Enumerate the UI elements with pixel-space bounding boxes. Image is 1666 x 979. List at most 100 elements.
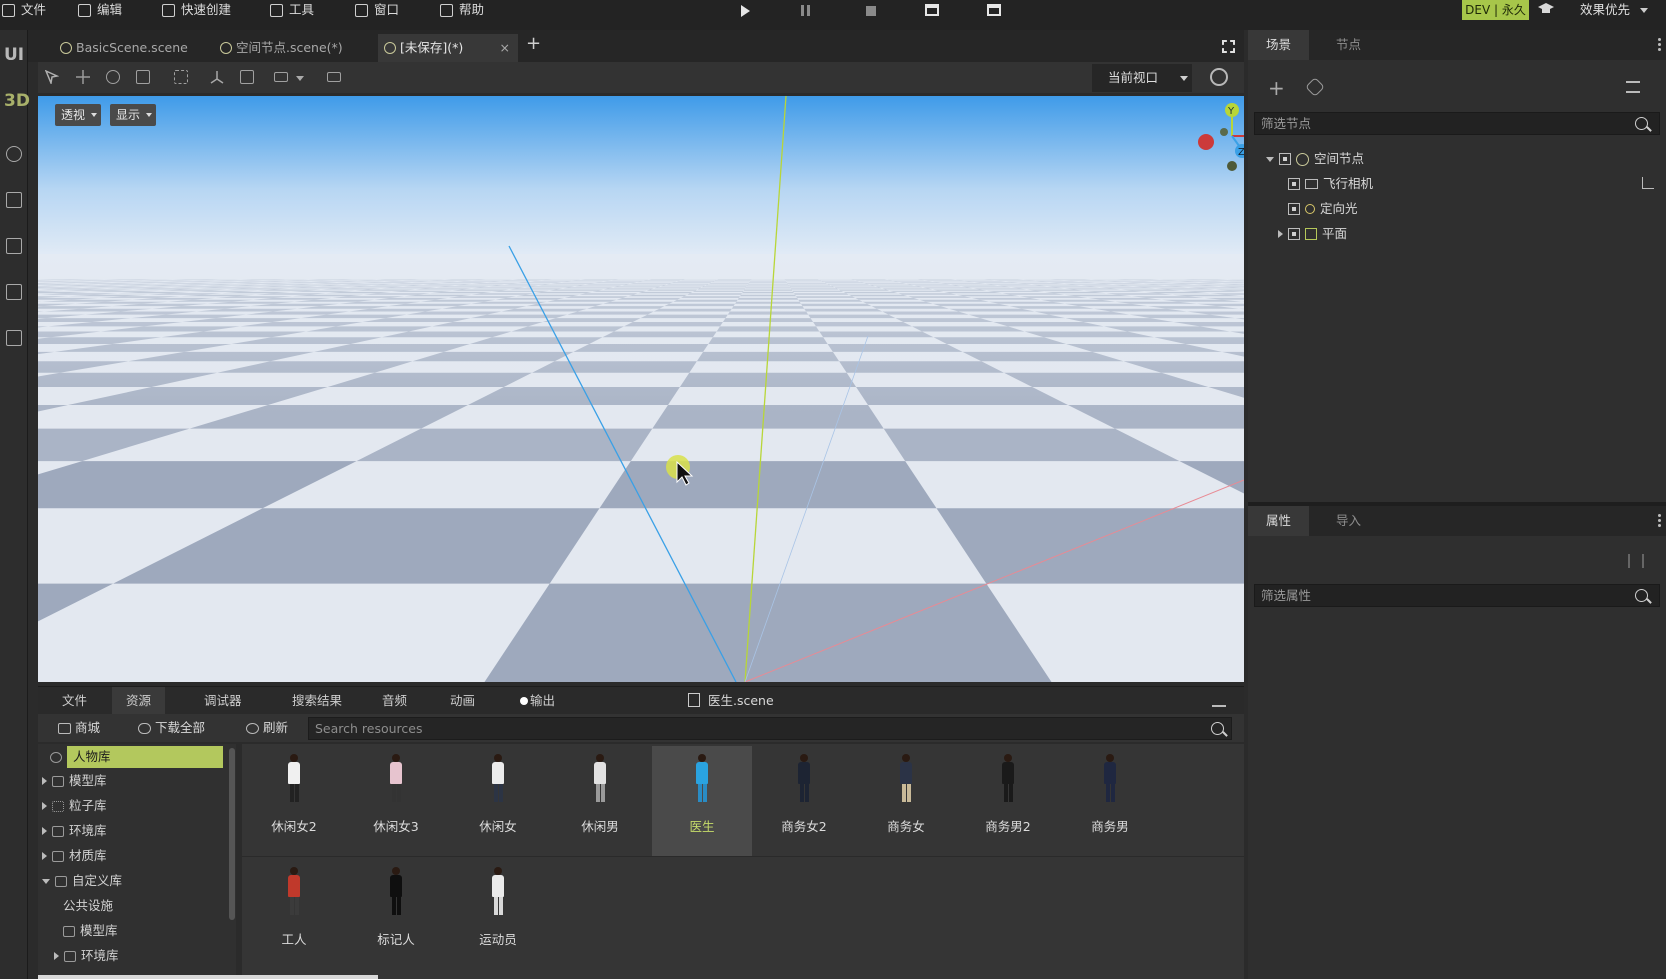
tree-scrollbar[interactable] [229,748,235,920]
gear-icon[interactable] [1210,68,1228,86]
scale-tool-icon[interactable] [136,70,150,84]
node-row-spatial[interactable]: 空间节点 [1266,148,1364,170]
tree-item-custom[interactable]: 自定义库 [42,870,122,892]
tree-item-models[interactable]: 模型库 [42,770,107,792]
tree-item-materials[interactable]: 材质库 [42,845,107,867]
export-icon[interactable] [6,330,22,346]
list-icon[interactable] [1626,81,1640,93]
visibility-checkbox[interactable] [1288,203,1300,215]
store-button[interactable]: 商城 [58,718,100,738]
menu-tools[interactable]: 工具 [270,0,314,20]
tab-scene[interactable]: 场景 [1248,30,1310,60]
resource-item[interactable]: 标记人 [346,859,446,969]
rect-tool-icon[interactable] [174,70,188,84]
resource-item[interactable]: 休闲女2 [244,746,344,856]
tab-basic-scene[interactable]: BasicScene.scene [54,34,204,62]
resource-item[interactable]: 商务女 [856,746,956,856]
viewport-select[interactable]: 当前视口 [1092,64,1192,92]
resource-item[interactable]: 商务女2 [754,746,854,856]
tab-animation[interactable]: 动画 [436,687,489,715]
menu-edit[interactable]: 编辑 [78,0,122,20]
resource-item[interactable]: 运动员 [448,859,548,969]
pause-button[interactable] [798,3,814,19]
search-icon[interactable] [1211,722,1224,735]
resource-item[interactable]: 休闲女3 [346,746,446,856]
resource-item[interactable]: 休闲女 [448,746,548,856]
tab-spatial-node-scene[interactable]: 空间节点.scene(*) [214,34,380,62]
projection-button[interactable]: 透视 [55,104,102,126]
tab-node[interactable]: 节点 [1318,30,1379,60]
play-button[interactable] [737,3,753,19]
add-tab-button[interactable]: + [526,35,541,53]
search-icon[interactable] [1635,589,1648,602]
display-button[interactable]: 显示 [110,104,157,126]
tree-item-particles[interactable]: 粒子库 [42,795,107,817]
select-tool-icon[interactable] [44,69,60,86]
settings-panel-icon[interactable] [6,238,22,254]
node-row-plane[interactable]: 平面 [1278,223,1347,245]
visibility-checkbox[interactable] [1288,228,1300,240]
more-vertical-icon[interactable] [1658,514,1661,528]
tab-import[interactable]: 导入 [1318,506,1379,536]
visibility-checkbox[interactable] [1288,178,1300,190]
store-icon[interactable] [6,192,22,208]
record-button[interactable] [924,3,940,19]
ui-mode-button[interactable]: UI [4,45,24,65]
property-filter-input[interactable] [1254,584,1660,607]
share-icon[interactable] [6,284,22,300]
resource-item[interactable]: 医生 [652,746,752,856]
3d-viewport[interactable]: Y Z 透视 显示 [38,96,1244,682]
quality-select[interactable]: 效果优先 [1580,0,1648,20]
menu-quick-create[interactable]: 快速创建 [162,0,231,20]
tab-debugger[interactable]: 调试器 [190,687,256,715]
tree-item-environment[interactable]: 环境库 [42,820,107,842]
refresh-button[interactable]: 刷新 [246,718,288,738]
tree-item-people[interactable]: 人物库 [50,746,236,768]
resource-item[interactable]: 商务男 [1060,746,1160,856]
resource-item[interactable]: 商务男2 [958,746,1058,856]
resource-item[interactable]: 休闲男 [550,746,650,856]
tree-item-custom-environment[interactable]: 环境库 [54,945,119,967]
resource-search-input[interactable] [308,717,1232,740]
tab-output[interactable]: 输出 [508,687,569,715]
download-icon[interactable] [1212,693,1226,707]
download-all-button[interactable]: 下载全部 [138,718,205,738]
local-transform-icon[interactable] [240,70,254,84]
resource-item[interactable]: 工人 [244,859,344,969]
node-row-light[interactable]: 定向光 [1288,198,1358,220]
link-icon[interactable] [1305,77,1325,97]
search-icon[interactable] [1635,117,1648,130]
node-row-camera[interactable]: 飞行相机 [1288,173,1373,195]
ruler-icon[interactable] [274,72,288,82]
fullscreen-icon[interactable] [1222,40,1235,53]
ruler-dropdown-icon[interactable] [296,76,304,81]
tree-item-public-facilities[interactable]: 公共设施 [63,895,113,917]
pivot-icon[interactable] [210,70,224,84]
graduation-cap-icon[interactable] [1538,3,1554,15]
more-vertical-icon[interactable] [1658,38,1661,52]
rotate-tool-icon[interactable] [106,70,120,84]
tab-file[interactable]: 文件 [48,687,101,715]
visibility-checkbox[interactable] [1279,153,1291,165]
tab-resources[interactable]: 资源 [112,687,166,715]
sliders-icon[interactable] [1628,554,1644,568]
camera-icon[interactable] [327,72,341,82]
node-filter-input[interactable] [1254,112,1660,135]
tab-audio[interactable]: 音频 [368,687,421,715]
3d-mode-button[interactable]: 3D [4,91,30,111]
add-node-button[interactable]: + [1268,76,1285,100]
tree-item-custom-models[interactable]: 模型库 [63,920,118,942]
stop-button[interactable] [863,3,879,19]
tab-search-results[interactable]: 搜索结果 [278,687,356,715]
move-tool-icon[interactable] [76,70,90,84]
menu-file[interactable]: 文件 [2,0,46,20]
close-icon[interactable]: × [500,34,510,62]
path-icon[interactable] [1642,177,1654,189]
tab-properties[interactable]: 属性 [1248,506,1310,536]
menu-help[interactable]: 帮助 [440,0,484,20]
menu-window[interactable]: 窗口 [355,0,399,20]
horizontal-scrollbar[interactable] [38,975,378,979]
path-icon[interactable] [6,146,22,162]
screenshot-button[interactable] [986,3,1002,19]
tab-unsaved[interactable]: [未保存](*) × [378,34,518,62]
